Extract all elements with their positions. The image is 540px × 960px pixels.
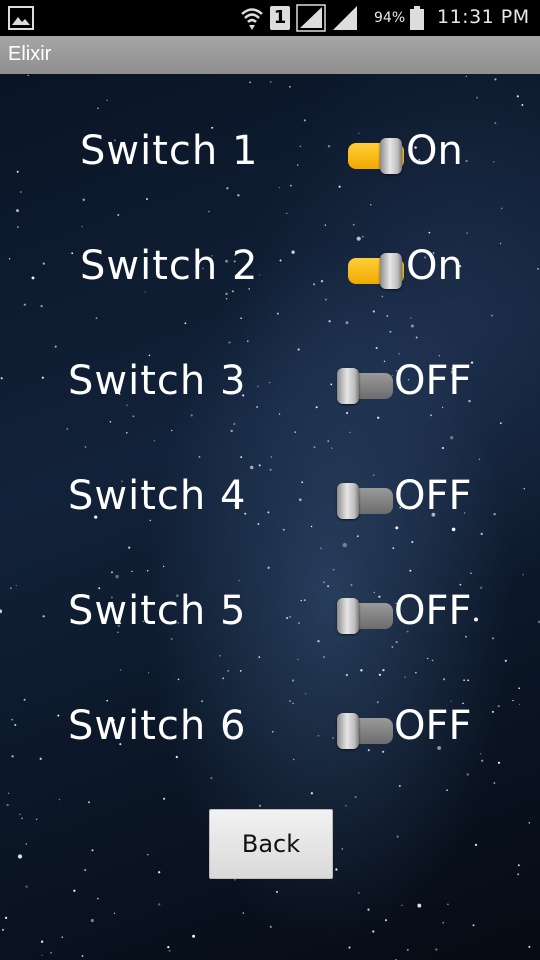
app-title: Elixir [8,43,52,65]
content-area: Switch 1 On Switch 2 On Switch 3 OFF Switch 4 O… [0,74,540,960]
switch-state-label: On [406,243,463,289]
battery-icon [410,6,424,30]
switch-row: Switch 5 OFF [0,586,540,646]
switch-toggle[interactable] [348,138,404,174]
status-bar: 1 94% 11:31 PM [0,0,540,36]
clock: 11:31 PM [437,6,530,28]
wifi-icon [241,8,263,30]
switch-toggle[interactable] [337,713,393,749]
back-button[interactable]: Back [209,809,333,879]
switch-toggle[interactable] [348,253,404,289]
switch-row: Switch 3 OFF [0,356,540,416]
switch-row: Switch 4 OFF [0,471,540,531]
switch-label: Switch 1 [80,128,259,174]
switch-row: Switch 6 OFF [0,701,540,761]
sim-icon: 1 [270,6,290,30]
toggle-thumb[interactable] [337,483,359,519]
signal-icon [296,4,326,32]
status-icons: 1 [240,4,358,32]
toggle-thumb[interactable] [337,713,359,749]
switch-toggle[interactable] [337,598,393,634]
switch-state-label: OFF [394,358,472,404]
switch-toggle[interactable] [337,368,393,404]
switch-row: Switch 2 On [0,241,540,301]
switch-label: Switch 3 [68,358,247,404]
battery-percent: 94% [374,10,406,26]
switch-state-label: OFF [394,588,472,634]
signal-icon [333,6,357,30]
switch-label: Switch 2 [80,243,259,289]
switch-row: Switch 1 On [0,126,540,186]
toggle-thumb[interactable] [337,598,359,634]
switch-label: Switch 6 [68,703,247,749]
switch-label: Switch 4 [68,473,247,519]
switch-toggle[interactable] [337,483,393,519]
toggle-thumb[interactable] [380,138,402,174]
toggle-thumb[interactable] [380,253,402,289]
switch-state-label: On [406,128,463,174]
switch-state-label: OFF [394,703,472,749]
gallery-icon [8,6,34,30]
title-bar: Elixir [0,36,540,75]
toggle-thumb[interactable] [337,368,359,404]
switch-label: Switch 5 [68,588,247,634]
switch-state-label: OFF [394,473,472,519]
